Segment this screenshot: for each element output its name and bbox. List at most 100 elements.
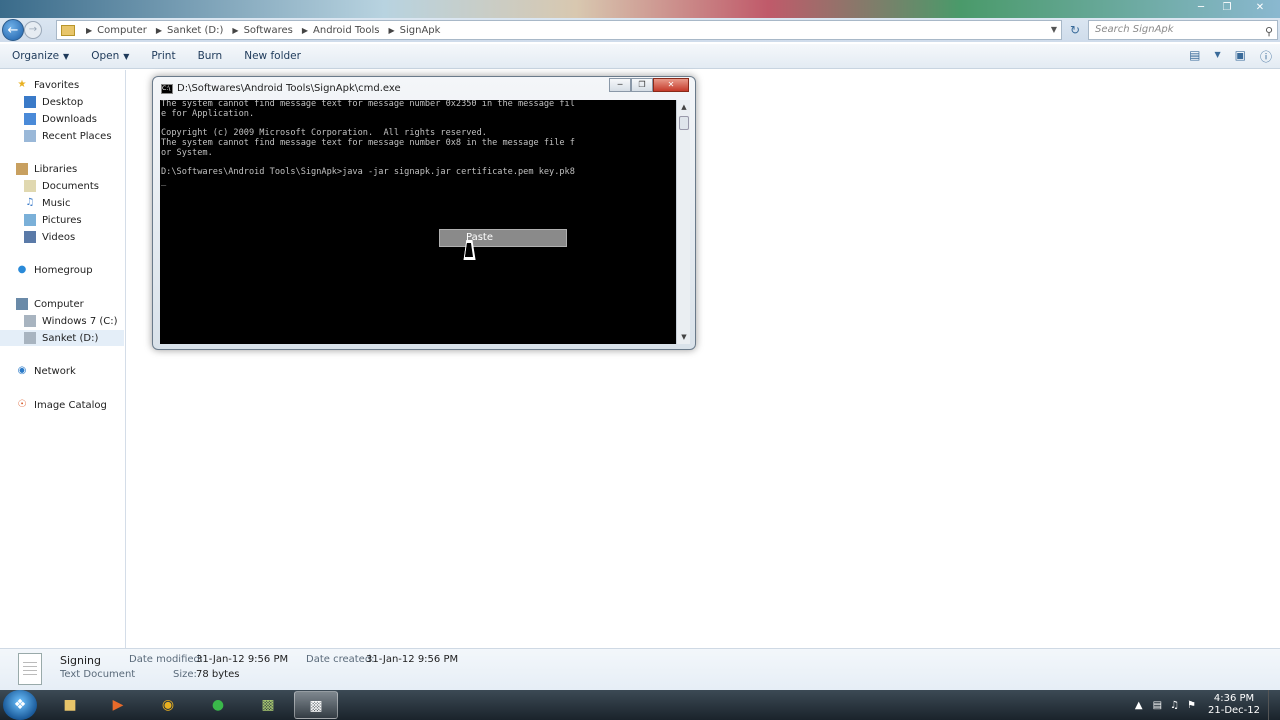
cmd-window-controls: ─ ❐ ✕ [609, 78, 689, 92]
sidebar-item-videos[interactable]: Videos [0, 229, 124, 245]
view-controls: ▤ ▼ ▣ ⓘ [1189, 48, 1272, 65]
maximize-button[interactable]: ❐ [1214, 0, 1240, 16]
utorrent-icon: ● [211, 697, 225, 713]
show-desktop-button[interactable] [1268, 690, 1280, 720]
start-button[interactable]: ❖ [3, 690, 37, 720]
scroll-thumb[interactable] [679, 116, 689, 130]
cmd-minimize-button[interactable]: ─ [609, 78, 631, 92]
navigation-pane: ★ Favorites Desktop Downloads Recent Plac… [0, 70, 126, 648]
taskbar-media-player[interactable]: ▶ [96, 691, 140, 719]
text-document-icon [18, 653, 42, 685]
recent-places-icon [24, 130, 36, 142]
size-label: Size: [173, 669, 197, 680]
open-button[interactable]: Open ▼ [91, 50, 129, 62]
sidebar-item-recent-places[interactable]: Recent Places [0, 128, 124, 144]
refresh-icon[interactable]: ↻ [1066, 21, 1084, 39]
burn-button[interactable]: Burn [198, 50, 223, 62]
homegroup-icon: ● [17, 264, 27, 275]
chevron-down-icon[interactable]: ▼ [1051, 25, 1057, 34]
network-icon[interactable]: ▤ [1153, 700, 1162, 711]
sidebar-label: Network [34, 365, 76, 377]
breadcrumb-signapk[interactable]: SignApk [400, 25, 441, 36]
chevron-right-icon: ▶ [388, 25, 395, 35]
sidebar-item-downloads[interactable]: Downloads [0, 111, 124, 127]
scroll-up-icon[interactable]: ▲ [677, 100, 691, 114]
date-created-value: 31-Jan-12 9:56 PM [366, 654, 459, 665]
breadcrumb-android-tools[interactable]: Android Tools [313, 25, 379, 36]
clock[interactable]: 4:36 PM 21-Dec-12 [1206, 693, 1262, 717]
sidebar-item-sanket-d[interactable]: Sanket (D:) [0, 330, 124, 346]
cmd-window[interactable]: C:\ D:\Softwares\Android Tools\SignApk\c… [152, 76, 696, 350]
flag-icon[interactable]: ⚑ [1187, 700, 1196, 711]
sidebar-label: Desktop [42, 96, 84, 108]
date-modified-value: 31-Jan-12 9:56 PM [196, 654, 289, 665]
taskbar: ❖ ■ ▶ ◉ ● ▩ ▩ ▲ ▤ ♫ ⚑ 4:36 PM 21-Dec-12 [0, 690, 1280, 720]
context-menu-paste[interactable]: Paste [439, 229, 567, 247]
scroll-down-icon[interactable]: ▼ [677, 330, 691, 344]
size-value: 78 bytes [196, 669, 240, 680]
sidebar-label: Image Catalog [34, 399, 107, 411]
address-bar[interactable]: ▶ Computer ▶ Sanket (D:) ▶ Softwares ▶ A… [56, 20, 1062, 40]
chevron-down-icon: ▼ [63, 52, 70, 61]
cmd-maximize-button[interactable]: ❐ [631, 78, 653, 92]
notepad-icon: ▩ [261, 697, 275, 713]
breadcrumb-sanket[interactable]: Sanket (D:) [167, 25, 223, 36]
cmd-scrollbar[interactable]: ▲ ▼ [676, 100, 690, 344]
sidebar-item-music[interactable]: ♫ Music [0, 195, 124, 211]
new-folder-button[interactable]: New folder [244, 50, 301, 62]
close-button[interactable]: ✕ [1240, 0, 1280, 16]
sidebar-item-computer[interactable]: Computer [0, 296, 124, 312]
chevron-right-icon: ▶ [301, 25, 309, 35]
breadcrumb-softwares[interactable]: Softwares [244, 25, 293, 36]
cmd-close-button[interactable]: ✕ [653, 78, 689, 92]
sidebar-label: Sanket (D:) [42, 332, 99, 344]
organize-label: Organize [12, 50, 60, 62]
breadcrumb-computer[interactable]: Computer [97, 25, 147, 36]
taskbar-chrome[interactable]: ◉ [146, 691, 190, 719]
address-row: ← → ▶ Computer ▶ Sanket (D:) ▶ Softwares… [0, 18, 1280, 42]
clock-time: 4:36 PM [1213, 693, 1255, 704]
date-modified-label: Date modified: [129, 654, 204, 665]
print-button[interactable]: Print [151, 50, 175, 62]
sidebar-item-homegroup[interactable]: ● Homegroup [0, 262, 124, 278]
taskbar-explorer[interactable]: ■ [48, 691, 92, 719]
sidebar-label: Windows 7 (C:) [42, 315, 118, 327]
file-name: Signing [60, 654, 102, 667]
sidebar-item-pictures[interactable]: Pictures [0, 212, 124, 228]
image-catalog-icon: ☉ [17, 399, 27, 410]
volume-icon[interactable]: ♫ [1170, 700, 1179, 711]
network-icon: ◉ [17, 365, 27, 376]
minimize-button[interactable]: ─ [1188, 0, 1214, 16]
search-input[interactable]: Search SignApk ⚲ [1088, 20, 1278, 40]
sidebar-item-documents[interactable]: Documents [0, 178, 124, 194]
desktop-icon [24, 96, 36, 108]
sidebar-label: Downloads [42, 113, 97, 125]
sidebar-label: Homegroup [34, 264, 93, 276]
preview-pane-icon[interactable]: ▣ [1235, 48, 1246, 65]
taskbar-notepad[interactable]: ▩ [246, 691, 290, 719]
sidebar-label: Libraries [34, 163, 78, 175]
back-button[interactable]: ← [2, 19, 24, 41]
sidebar-item-favorites[interactable]: ★ Favorites [0, 77, 124, 93]
organize-button[interactable]: Organize ▼ [12, 50, 69, 62]
forward-button[interactable]: → [24, 21, 42, 39]
sidebar-label: Documents [42, 180, 100, 192]
sidebar-item-libraries[interactable]: Libraries [0, 161, 124, 177]
sidebar-item-network[interactable]: ◉ Network [0, 363, 124, 379]
date-created-label: Date created: [306, 654, 375, 665]
taskbar-cmd[interactable]: ▩ [294, 691, 338, 719]
taskbar-utorrent[interactable]: ● [196, 691, 240, 719]
tray-expand-icon[interactable]: ▲ [1135, 700, 1143, 711]
clock-date: 21-Dec-12 [1207, 705, 1261, 716]
sidebar-label: Recent Places [42, 130, 112, 142]
sidebar-label: Computer [34, 298, 84, 310]
sidebar-item-image-catalog[interactable]: ☉ Image Catalog [0, 397, 124, 413]
sidebar-item-desktop[interactable]: Desktop [0, 94, 124, 110]
console-output[interactable]: The system cannot find message text for … [160, 100, 676, 344]
chevron-down-icon[interactable]: ▼ [1214, 48, 1220, 65]
sidebar-item-windows-c[interactable]: Windows 7 (C:) [0, 313, 124, 329]
chevron-down-icon: ▼ [123, 52, 130, 61]
search-placeholder: Search SignApk [1095, 24, 1174, 35]
view-options-icon[interactable]: ▤ [1189, 48, 1200, 65]
help-icon[interactable]: ⓘ [1260, 48, 1272, 65]
